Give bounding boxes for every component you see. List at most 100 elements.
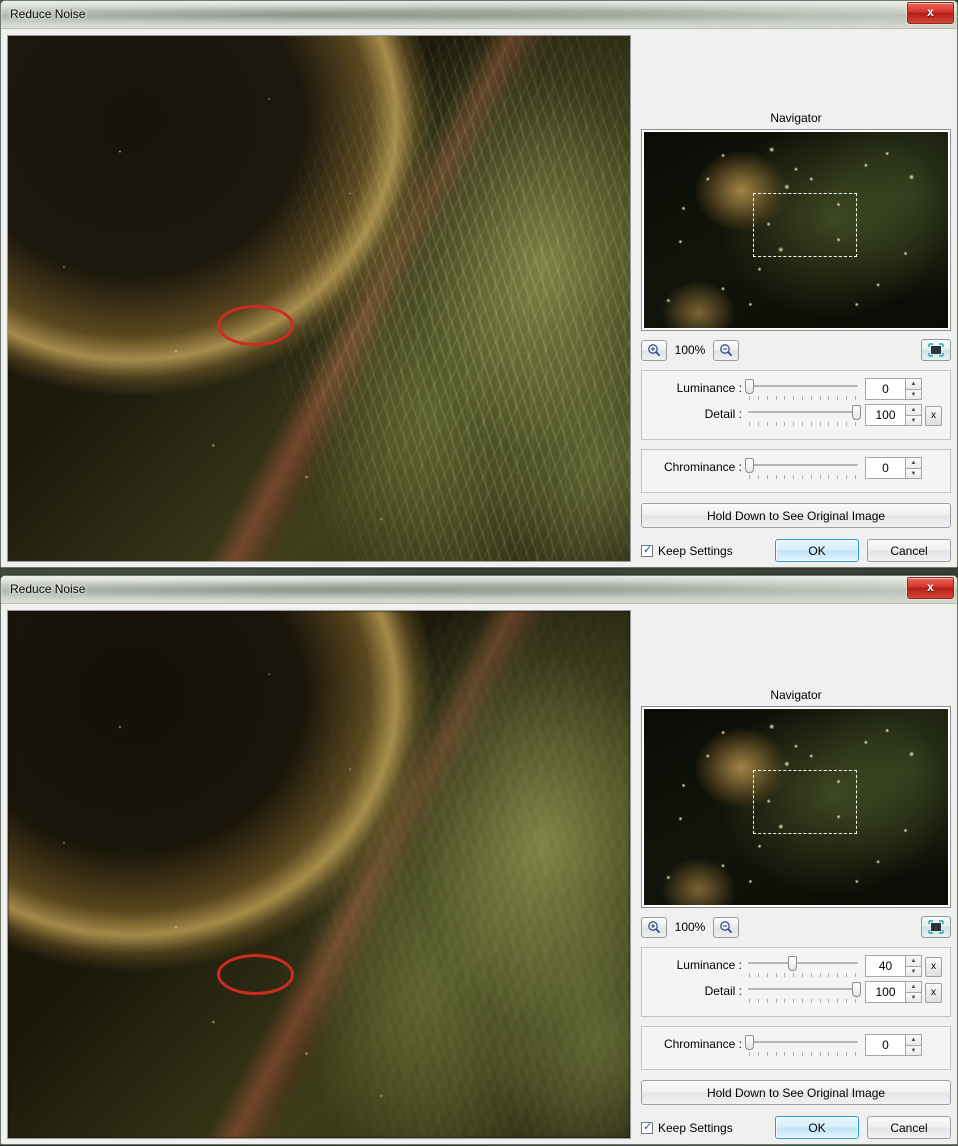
dialog-footer: Keep Settings OK Cancel xyxy=(641,1116,951,1139)
detail-spin-up-icon[interactable]: ▲ xyxy=(905,404,922,415)
detail-slider[interactable] xyxy=(748,404,861,420)
chrominance-spin-buttons[interactable]: ▲ ▼ xyxy=(905,1034,922,1056)
chrominance-group: Chrominance : 0 ▲ ▼ xyxy=(641,1026,951,1070)
detail-slider-thumb[interactable] xyxy=(851,982,861,997)
ok-button[interactable]: OK xyxy=(775,1116,859,1139)
luminance-spin-buttons[interactable]: ▲ ▼ xyxy=(905,378,922,400)
fit-to-screen-icon[interactable] xyxy=(921,916,951,938)
image-preview-after[interactable] xyxy=(7,610,631,1139)
detail-slider-wrap xyxy=(748,404,861,428)
preview-noise-grain xyxy=(8,36,630,561)
luminance-slider-wrap xyxy=(745,378,858,402)
chrominance-value[interactable]: 0 xyxy=(865,1034,905,1056)
luminance-slider-thumb[interactable] xyxy=(745,379,755,394)
luminance-spin-up-icon[interactable]: ▲ xyxy=(905,378,922,389)
luminance-label: Luminance : xyxy=(676,958,742,972)
navigator-thumbnail[interactable] xyxy=(644,709,948,905)
luminance-slider[interactable] xyxy=(745,378,858,394)
navigator-viewport-rect[interactable] xyxy=(753,192,857,258)
zoom-level: 100% xyxy=(674,920,706,934)
luminance-value[interactable]: 0 xyxy=(865,378,905,400)
chrominance-spin-buttons[interactable]: ▲ ▼ xyxy=(905,457,922,479)
chrominance-label: Chrominance : xyxy=(663,460,742,474)
detail-spin-up-icon[interactable]: ▲ xyxy=(905,981,922,992)
luminance-detail-group: Luminance : 40 ▲ ▼ x Detail: 100 ▲ ▼ x xyxy=(641,947,951,1017)
detail-row: Detail : 100 ▲ ▼ x xyxy=(650,981,942,1005)
chrominance-value[interactable]: 0 xyxy=(865,457,905,479)
zoom-in-icon[interactable] xyxy=(641,916,667,938)
zoom-out-icon[interactable] xyxy=(713,916,739,938)
keep-settings-checkbox[interactable]: Keep Settings xyxy=(641,543,733,558)
reduce-noise-dialog-before: Reduce Noise x Navigator 100% Luminance … xyxy=(0,0,958,568)
keep-settings-checkbox[interactable]: Keep Settings xyxy=(641,1120,733,1135)
detail-spin-buttons[interactable]: ▲ ▼ xyxy=(905,404,922,426)
luminance-spin-down-icon[interactable]: ▼ xyxy=(905,389,922,400)
hold-original-button[interactable]: Hold Down to See Original Image xyxy=(641,503,951,528)
detail-spinner[interactable]: 100 ▲ ▼ xyxy=(865,981,922,1003)
luminance-spinner[interactable]: 0 ▲ ▼ xyxy=(865,378,922,400)
detail-spin-down-icon[interactable]: ▼ xyxy=(905,992,922,1003)
detail-value[interactable]: 100 xyxy=(865,404,905,426)
detail-slider-thumb[interactable] xyxy=(851,405,861,420)
close-icon[interactable]: x xyxy=(907,2,954,24)
navigator-title: Navigator xyxy=(770,688,822,702)
cancel-button[interactable]: Cancel xyxy=(867,539,951,562)
navigator-thumbnail[interactable] xyxy=(644,132,948,328)
dialog-body: Navigator 100% xyxy=(1,29,957,567)
chrominance-spin-up-icon[interactable]: ▲ xyxy=(905,457,922,468)
checkbox-check-icon xyxy=(641,543,653,557)
keep-settings-label: Keep Settings xyxy=(658,1120,733,1135)
detail-slider[interactable] xyxy=(748,981,861,997)
luminance-spin-up-icon[interactable]: ▲ xyxy=(905,955,922,966)
dialog-body: Navigator 100% xyxy=(1,604,957,1144)
controls-panel: Navigator 100% xyxy=(639,610,951,1139)
controls-panel: Navigator 100% xyxy=(639,35,951,562)
keep-settings-label: Keep Settings xyxy=(658,543,733,558)
chrominance-slider[interactable] xyxy=(745,1034,858,1050)
luminance-spin-down-icon[interactable]: ▼ xyxy=(905,966,922,977)
hold-original-button[interactable]: Hold Down to See Original Image xyxy=(641,1080,951,1105)
chrominance-slider-wrap xyxy=(745,457,858,481)
zoom-level: 100% xyxy=(674,343,706,357)
image-preview-before[interactable] xyxy=(7,35,631,562)
luminance-ticks xyxy=(748,972,858,979)
reduce-noise-dialog-after: Reduce Noise x Navigator 100% Luminance … xyxy=(0,575,958,1145)
detail-reset-button[interactable]: x xyxy=(925,406,942,426)
ok-button[interactable]: OK xyxy=(775,539,859,562)
detail-spinner[interactable]: 100 ▲ ▼ xyxy=(865,404,922,426)
chrominance-spin-down-icon[interactable]: ▼ xyxy=(905,468,922,479)
fit-to-screen-icon[interactable] xyxy=(921,339,951,361)
zoom-in-icon[interactable] xyxy=(641,339,667,361)
detail-spin-down-icon[interactable]: ▼ xyxy=(905,415,922,426)
navigator-frame xyxy=(641,706,951,908)
detail-ticks xyxy=(748,998,858,1005)
chrominance-spinner[interactable]: 0 ▲ ▼ xyxy=(865,1034,922,1056)
navigator-viewport-rect[interactable] xyxy=(753,769,857,835)
cancel-button[interactable]: Cancel xyxy=(867,1116,951,1139)
preview-noise-grain xyxy=(8,611,630,1138)
close-icon[interactable]: x xyxy=(907,577,954,599)
chrominance-group: Chrominance : 0 ▲ ▼ xyxy=(641,449,951,493)
luminance-detail-group: Luminance : 0 ▲ ▼ Detail: 100 ▲ ▼ x xyxy=(641,370,951,440)
chrominance-slider[interactable] xyxy=(745,457,858,473)
title-bar: Reduce Noise x xyxy=(1,1,957,29)
luminance-value[interactable]: 40 xyxy=(865,955,905,977)
luminance-reset-button[interactable]: x xyxy=(925,957,942,977)
luminance-spinner[interactable]: 40 ▲ ▼ xyxy=(865,955,922,977)
luminance-slider-thumb[interactable] xyxy=(788,956,797,971)
detail-reset-button[interactable]: x xyxy=(925,983,942,1003)
zoom-out-icon[interactable] xyxy=(713,339,739,361)
detail-value[interactable]: 100 xyxy=(865,981,905,1003)
chrominance-slider-thumb[interactable] xyxy=(745,458,755,473)
chrominance-row: Chrominance : 0 ▲ ▼ xyxy=(650,1034,942,1058)
navigator-frame xyxy=(641,129,951,331)
chrominance-spin-down-icon[interactable]: ▼ xyxy=(905,1045,922,1056)
chrominance-slider-thumb[interactable] xyxy=(745,1035,755,1050)
luminance-slider[interactable] xyxy=(748,955,858,971)
detail-spin-buttons[interactable]: ▲ ▼ xyxy=(905,981,922,1003)
luminance-spin-buttons[interactable]: ▲ ▼ xyxy=(905,955,922,977)
chrominance-spinner[interactable]: 0 ▲ ▼ xyxy=(865,457,922,479)
zoom-controls: 100% xyxy=(641,339,951,361)
chrominance-spin-up-icon[interactable]: ▲ xyxy=(905,1034,922,1045)
chrominance-row: Chrominance : 0 ▲ ▼ xyxy=(650,457,942,481)
